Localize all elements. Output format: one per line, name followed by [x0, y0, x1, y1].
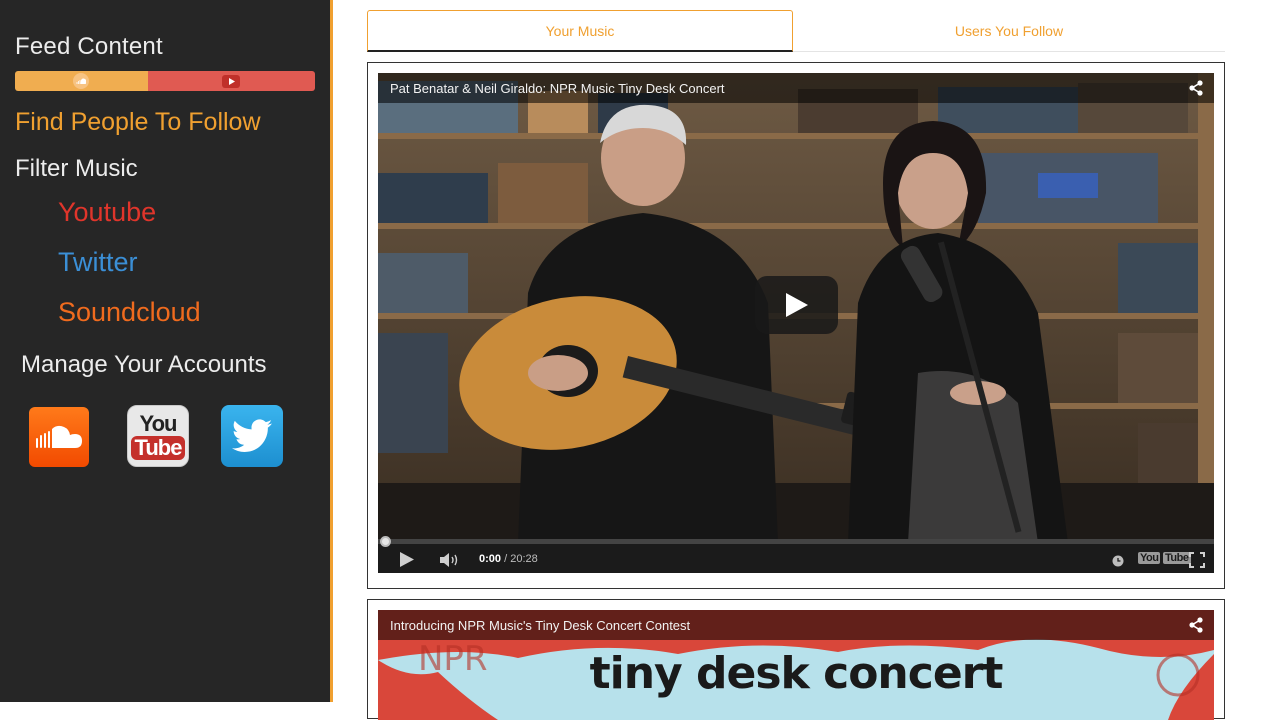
progress-scrubber[interactable]	[380, 536, 391, 547]
youtube-logo-tube-small: Tube	[1163, 552, 1191, 564]
filter-music-title: Filter Music	[15, 155, 138, 182]
play-icon[interactable]	[400, 552, 414, 572]
feed-youtube-segment[interactable]	[147, 71, 315, 91]
find-people-link[interactable]: Find People To Follow	[15, 108, 261, 137]
youtube-player[interactable]: Pat Benatar & Neil Giraldo: NPR Music Ti…	[378, 73, 1214, 573]
youtube-logo-tube: Tube	[130, 435, 186, 460]
volume-icon[interactable]	[440, 553, 460, 572]
twitter-account-button[interactable]	[221, 405, 283, 467]
video-title-bar: Pat Benatar & Neil Giraldo: NPR Music Ti…	[378, 73, 1214, 103]
feed-content-bar[interactable]	[15, 71, 315, 91]
video-title-bar: Introducing NPR Music's Tiny Desk Concer…	[378, 610, 1214, 640]
video-title[interactable]: Introducing NPR Music's Tiny Desk Concer…	[390, 618, 690, 633]
youtube-account-button[interactable]: You Tube	[127, 405, 189, 467]
soundcloud-icon	[36, 425, 82, 448]
banner-text: tiny desk concert	[589, 648, 1004, 699]
filter-soundcloud[interactable]: Soundcloud	[58, 297, 201, 328]
time-display: 0:00 / 20:28	[479, 553, 538, 565]
progress-bar[interactable]	[378, 539, 1214, 544]
play-icon	[785, 293, 808, 317]
fullscreen-icon[interactable]	[1189, 552, 1205, 573]
feed-soundcloud-segment[interactable]	[15, 71, 148, 91]
watch-later-icon[interactable]	[1112, 554, 1124, 572]
sidebar: Feed Content Find People To Follow Filte…	[0, 0, 333, 702]
current-time: 0:00	[479, 553, 502, 565]
youtube-player[interactable]: NPR tiny desk concert Introducing NPR Mu…	[378, 610, 1214, 720]
youtube-logo-you-small: You	[1138, 552, 1161, 564]
youtube-logo[interactable]: You Tube	[1138, 552, 1191, 564]
feed-card: Pat Benatar & Neil Giraldo: NPR Music Ti…	[367, 62, 1225, 589]
soundcloud-account-button[interactable]	[29, 407, 89, 467]
share-icon[interactable]	[1188, 80, 1204, 101]
soundcloud-icon	[73, 73, 90, 89]
youtube-logo-you: You	[139, 410, 178, 436]
video-title[interactable]: Pat Benatar & Neil Giraldo: NPR Music Ti…	[390, 81, 725, 96]
manage-accounts-title: Manage Your Accounts	[21, 351, 267, 378]
tab-users-you-follow[interactable]: Users You Follow	[793, 10, 1225, 52]
youtube-play-icon	[222, 74, 241, 88]
twitter-icon	[232, 419, 272, 452]
feed-card: NPR tiny desk concert Introducing NPR Mu…	[367, 599, 1225, 720]
feed-content-title: Feed Content	[15, 33, 163, 60]
duration: 20:28	[510, 553, 538, 565]
feed-tabs: Your Music Users You Follow	[367, 10, 1225, 52]
filter-youtube[interactable]: Youtube	[58, 197, 156, 228]
tab-your-music[interactable]: Your Music	[367, 10, 793, 52]
share-icon[interactable]	[1188, 617, 1204, 638]
filter-twitter[interactable]: Twitter	[58, 247, 138, 278]
big-play-button[interactable]	[755, 276, 838, 334]
